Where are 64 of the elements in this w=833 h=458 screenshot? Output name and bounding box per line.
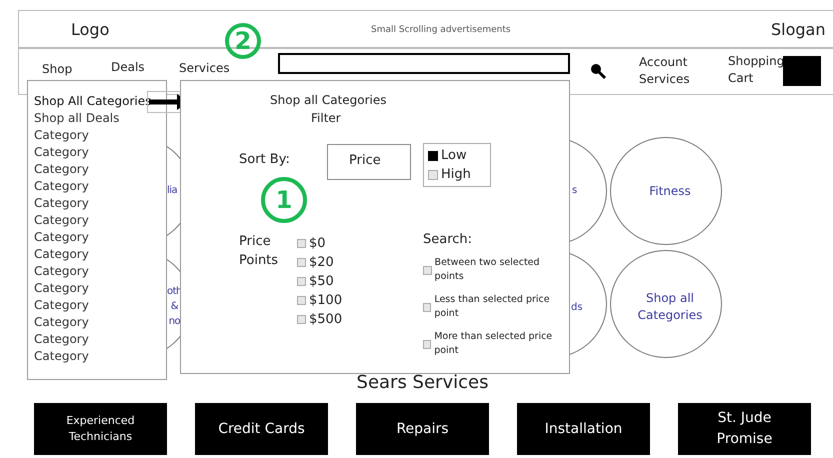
services-title: Sears Services (356, 372, 490, 393)
price-option: $0 (309, 236, 326, 251)
nav-link[interactable]: Services (179, 60, 230, 77)
checkbox[interactable] (428, 170, 438, 180)
menu-item[interactable]: Category (34, 178, 166, 195)
checkbox[interactable] (297, 258, 306, 267)
account-link[interactable]: Account Services (639, 54, 690, 88)
service-button[interactable]: Experienced Technicians (34, 403, 167, 455)
search-option: Less than selected price point (434, 293, 563, 321)
menu-item[interactable]: Category (34, 144, 166, 161)
checkbox[interactable] (297, 277, 306, 286)
menu-item[interactable]: Category (34, 348, 166, 365)
price-option: $100 (309, 293, 342, 308)
price-option: $20 (309, 255, 334, 270)
advertisement-text: Small Scrolling advertisements (371, 24, 512, 34)
category-circle[interactable] (610, 250, 722, 358)
nav-link[interactable]: Deals (111, 59, 145, 76)
menu-item[interactable]: Category (34, 246, 166, 263)
slogan-text: Slogan (771, 20, 826, 39)
search-option: More than selected price point (434, 330, 563, 358)
checkbox[interactable] (297, 296, 306, 305)
sort-label: Sort By: (239, 152, 290, 167)
category-label: Shop all Categories (636, 290, 704, 324)
menu-item[interactable]: Category (34, 161, 166, 178)
menu-item[interactable]: Shop All Categories (34, 93, 166, 110)
price-option: $50 (309, 274, 334, 289)
sort-field[interactable]: Price (327, 144, 411, 180)
menu-item[interactable]: Category (34, 195, 166, 212)
category-circle[interactable] (610, 137, 722, 245)
logo-text: Logo (71, 20, 110, 39)
order-label: Low (441, 148, 467, 163)
service-button[interactable]: Repairs (356, 403, 489, 455)
menu-item[interactable]: Category (34, 280, 166, 297)
category-label: Fitness (648, 183, 692, 200)
checkbox[interactable] (423, 302, 432, 312)
checkbox[interactable] (423, 266, 432, 274)
service-button[interactable]: Credit Cards (195, 403, 328, 455)
annotation-marker: 2 (225, 23, 261, 59)
order-label: High (441, 167, 471, 182)
checkbox[interactable] (428, 150, 438, 160)
menu-item[interactable]: Category (34, 297, 166, 314)
checkbox[interactable] (297, 315, 306, 324)
menu-item[interactable]: Category (34, 263, 166, 280)
menu-item[interactable]: Category (34, 127, 166, 144)
menu-item[interactable]: Category (34, 314, 166, 331)
service-button[interactable]: St. Jude Promise (678, 403, 811, 455)
menu-item[interactable]: Category (34, 212, 166, 229)
search-icon[interactable] (589, 62, 607, 80)
checkbox[interactable] (297, 239, 306, 248)
nav-link[interactable]: Shop (42, 61, 72, 78)
search-field[interactable] (278, 53, 570, 74)
price-label: Price Points (239, 233, 278, 270)
filter-title: Shop all Categories (270, 93, 387, 107)
search-option: Between two selected points (434, 256, 563, 284)
checkbox[interactable] (423, 340, 432, 348)
menu-item[interactable]: Category (34, 229, 166, 246)
annotation-marker: 1 (261, 177, 307, 223)
menu-item[interactable]: Shop all Deals (34, 110, 166, 127)
cart-link[interactable]: Shopping Cart (728, 53, 784, 87)
price-option: $500 (309, 312, 342, 327)
service-button[interactable]: Installation (517, 403, 650, 455)
filter-subtitle: Filter (311, 111, 341, 125)
menu-item[interactable]: Category (34, 331, 166, 348)
search-label: Search: (423, 232, 472, 247)
